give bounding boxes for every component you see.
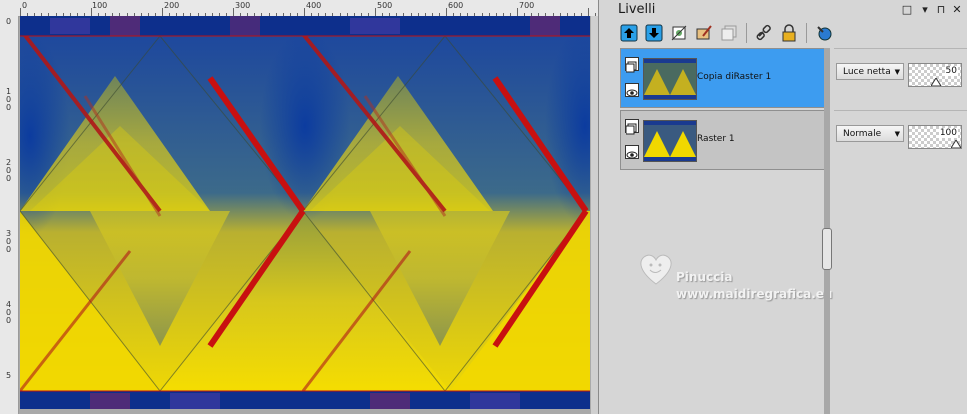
layer-props-row: Normale ▼ 100 — [834, 110, 967, 169]
ruler-label: 100 — [92, 1, 108, 10]
canvas-vertical-scrollbar[interactable] — [590, 16, 598, 414]
ruler-tick — [446, 8, 447, 16]
ruler-label: 0 — [22, 1, 28, 10]
layer-thumbnail — [643, 120, 697, 162]
image-canvas-area[interactable]: 0 100 200 300 400 500 600 700 0 1 0 0 2 … — [0, 0, 598, 414]
ruler-tick — [233, 8, 234, 16]
ruler-label: 1 0 0 — [6, 87, 12, 112]
ruler-label: 300 — [235, 1, 251, 10]
lock-icon[interactable] — [778, 22, 800, 44]
layer-down-icon[interactable] — [643, 22, 665, 44]
slider-handle-icon — [951, 140, 961, 148]
ruler-label: 700 — [519, 1, 535, 10]
layer-up-icon[interactable] — [618, 22, 640, 44]
ruler-label: 2 0 0 — [6, 158, 12, 183]
horizontal-ruler: 0 100 200 300 400 500 600 700 — [0, 0, 598, 17]
new-layer-icon[interactable] — [668, 22, 690, 44]
ruler-tick — [304, 8, 305, 16]
layers-toolbar — [618, 20, 838, 46]
ruler-tick — [517, 8, 518, 16]
ruler-tick — [375, 8, 376, 16]
opacity-value: 100 — [938, 128, 958, 138]
layers-panel: Livelli □ ▾ ⊓ ✕ Copia diRaster 1 Raster … — [612, 0, 967, 414]
info-icon[interactable] — [813, 22, 835, 44]
artwork-image[interactable] — [0, 16, 598, 409]
blend-mode-dropdown[interactable]: Luce netta ▼ — [836, 63, 904, 80]
layers-list: Copia diRaster 1 Raster 1 Pinuccia www.m… — [620, 48, 836, 414]
visibility-eye-icon[interactable] — [625, 83, 639, 97]
heart-logo-icon — [640, 254, 672, 285]
blend-mode-dropdown[interactable]: Normale ▼ — [836, 125, 904, 142]
ruler-tick — [588, 8, 589, 16]
ruler-label: 0 — [6, 17, 12, 26]
toolbar-separator — [806, 23, 807, 43]
ruler-label: 200 — [164, 1, 180, 10]
link-icon[interactable] — [753, 22, 775, 44]
ruler-label: 600 — [448, 1, 464, 10]
duplicate-layer-icon[interactable] — [718, 22, 740, 44]
layer-row-copia[interactable]: Copia diRaster 1 — [620, 48, 826, 108]
ruler-tick — [20, 8, 21, 16]
ruler-label: 5 — [6, 371, 12, 380]
layer-row-raster[interactable]: Raster 1 — [620, 110, 826, 170]
ruler-tick — [91, 8, 92, 16]
layer-properties: Luce netta ▼ 50 Normale ▼ 100 — [834, 48, 967, 414]
ruler-label: 400 — [306, 1, 322, 10]
layer-name: Raster 1 — [697, 134, 735, 144]
layer-props-row: Luce netta ▼ 50 — [834, 48, 967, 107]
layer-thumbnail — [643, 58, 697, 100]
layer-name: Copia diRaster 1 — [697, 72, 772, 82]
layers-scrollbar[interactable] — [822, 48, 832, 414]
ruler-tick — [162, 8, 163, 16]
restore-icon[interactable]: □ — [900, 3, 914, 17]
opacity-slider[interactable]: 100 — [908, 125, 962, 149]
close-icon[interactable]: ✕ — [950, 3, 964, 17]
vertical-ruler: 0 1 0 0 2 0 0 3 0 0 4 0 0 5 — [0, 16, 19, 414]
pin-icon[interactable]: ⊓ — [934, 3, 948, 17]
watermark: Pinuccia www.maidiregrafica.eu — [640, 254, 833, 316]
panel-splitter[interactable] — [598, 0, 613, 414]
scrollbar-thumb[interactable] — [822, 228, 832, 270]
layer-group-icon[interactable] — [625, 119, 639, 135]
chevron-down-icon: ▼ — [894, 68, 900, 76]
opacity-value: 50 — [944, 66, 958, 76]
watermark-url: www.maidiregrafica.eu — [676, 287, 833, 301]
ruler-label: 3 0 0 — [6, 229, 12, 254]
brush-layer-icon[interactable] — [693, 22, 715, 44]
ruler-label: 4 0 0 — [6, 300, 12, 325]
opacity-slider[interactable]: 50 — [908, 63, 962, 87]
visibility-eye-icon[interactable] — [625, 145, 639, 159]
watermark-name: Pinuccia — [676, 270, 733, 284]
blend-mode-value: Normale — [843, 129, 882, 139]
blend-mode-value: Luce netta — [843, 67, 891, 77]
chevron-down-icon[interactable]: ▾ — [918, 3, 932, 17]
slider-handle-icon — [931, 78, 941, 86]
chevron-down-icon: ▼ — [894, 130, 900, 138]
panel-title: Livelli — [618, 2, 656, 17]
layer-group-icon[interactable] — [625, 57, 639, 73]
toolbar-separator — [746, 23, 747, 43]
ruler-label: 500 — [377, 1, 393, 10]
